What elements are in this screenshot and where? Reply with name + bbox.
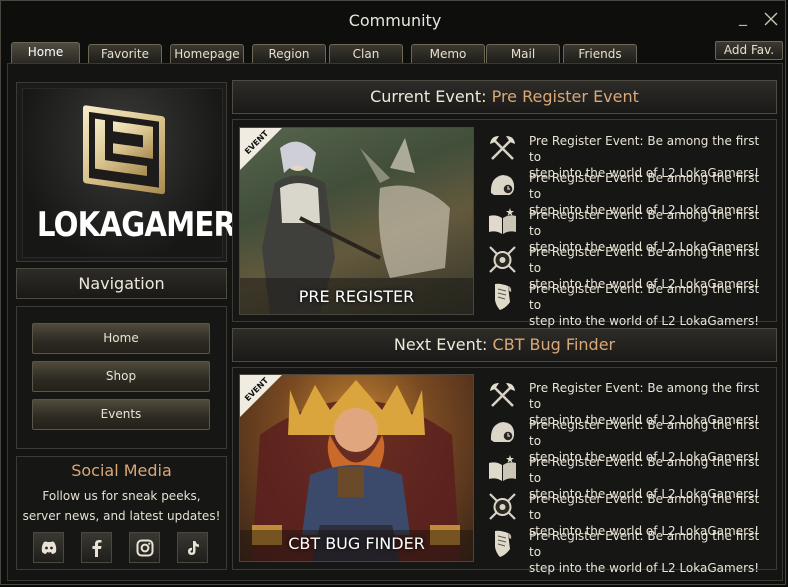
current-event-header: Current Event: Pre Register Event: [232, 80, 777, 114]
discord-icon: [41, 541, 57, 554]
social-text-line1: Follow us for sneak peeks,: [42, 489, 201, 503]
event-item-line1: Pre Register Event: Be among the first t…: [529, 418, 760, 448]
current-event-item: Pre Register Event: Be among the first t…: [486, 130, 771, 180]
instagram-button[interactable]: [129, 532, 160, 563]
crossed-swords-shield-icon: [489, 493, 516, 520]
nav-home-button[interactable]: Home: [32, 323, 210, 354]
tiktok-icon: [188, 541, 199, 555]
facebook-icon: [92, 540, 102, 557]
tab-homepage[interactable]: Homepage: [170, 44, 244, 63]
next-event-item: Pre Register Event: Be among the first t…: [486, 488, 771, 538]
helmet-icon: [490, 175, 515, 195]
event-item-line2: step into the world of L2 LokaGamers!: [529, 314, 760, 328]
facebook-button[interactable]: [81, 532, 112, 563]
next-event-prefix: Next Event:: [393, 335, 488, 354]
current-event-item: Pre Register Event: Be among the first t…: [486, 278, 771, 328]
tab-mail[interactable]: Mail: [486, 44, 560, 63]
community-window: Community _ Home Favorite Homepage Regio…: [0, 0, 786, 585]
crossed-axes-icon: [490, 383, 515, 407]
open-book-icon: [489, 208, 516, 234]
social-media-text: Follow us for sneak peeks, server news, …: [16, 486, 227, 526]
event-item-line1: Pre Register Event: Be among the first t…: [529, 455, 760, 485]
social-media-title: Social Media: [71, 461, 172, 480]
next-event-item: Pre Register Event: Be among the first t…: [486, 525, 771, 575]
crossed-swords-shield-icon: [489, 246, 516, 273]
next-event-banner[interactable]: EVENT CBT BUG FINDER: [239, 374, 474, 562]
open-book-icon: [489, 455, 516, 481]
current-banner-label: PRE REGISTER: [298, 287, 415, 306]
current-event-name: Pre Register Event: [491, 87, 639, 106]
tiktok-button[interactable]: [177, 532, 208, 563]
tab-memo[interactable]: Memo: [411, 44, 485, 63]
add-favorite-button[interactable]: Add Fav.: [715, 41, 783, 60]
navigation-header: Navigation: [16, 268, 227, 299]
next-event-item: Pre Register Event: Be among the first t…: [486, 377, 771, 427]
close-icon: [764, 12, 778, 26]
event-item-line2: step into the world of L2 LokaGamers!: [529, 561, 760, 575]
next-event-item: Pre Register Event: Be among the first t…: [486, 414, 771, 464]
minimize-button[interactable]: _: [739, 7, 747, 26]
nav-events-button[interactable]: Events: [32, 399, 210, 430]
tab-home[interactable]: Home: [11, 42, 80, 64]
window-title: Community: [348, 11, 442, 30]
event-item-line1: Pre Register Event: Be among the first t…: [529, 492, 760, 522]
current-event-prefix: Current Event:: [370, 87, 487, 106]
event-item-line1: Pre Register Event: Be among the first t…: [529, 245, 760, 275]
event-item-line1: Pre Register Event: Be among the first t…: [529, 134, 760, 164]
helmet-icon: [490, 422, 515, 442]
nav-shop-button[interactable]: Shop: [32, 361, 210, 392]
event-item-line1: Pre Register Event: Be among the first t…: [529, 208, 760, 238]
next-banner-label: CBT BUG FINDER: [288, 534, 425, 553]
next-event-name: CBT Bug Finder: [492, 335, 616, 354]
close-button[interactable]: [763, 11, 779, 31]
discord-button[interactable]: [33, 532, 64, 563]
current-event-item: Pre Register Event: Be among the first t…: [486, 241, 771, 291]
current-event-banner[interactable]: EVENT PRE REGISTER: [239, 127, 474, 315]
tab-region[interactable]: Region: [252, 44, 326, 63]
tab-favorite[interactable]: Favorite: [88, 44, 162, 63]
logo-emblem-icon: [83, 105, 165, 195]
tab-clan[interactable]: Clan: [329, 44, 403, 63]
current-event-item: Pre Register Event: Be among the first t…: [486, 204, 771, 254]
logo-panel: LOKAGAMERS: [16, 82, 256, 262]
scroll-icon: [495, 283, 512, 310]
event-item-line1: Pre Register Event: Be among the first t…: [529, 282, 760, 312]
instagram-icon: [136, 539, 154, 557]
crossed-axes-icon: [490, 136, 515, 160]
title-bar: Community _: [1, 1, 788, 41]
current-event-item: Pre Register Event: Be among the first t…: [486, 167, 771, 217]
next-event-header: Next Event: CBT Bug Finder: [232, 328, 777, 362]
event-item-line1: Pre Register Event: Be among the first t…: [529, 529, 760, 559]
next-event-item: Pre Register Event: Be among the first t…: [486, 451, 771, 501]
scroll-icon: [495, 530, 512, 557]
event-item-line1: Pre Register Event: Be among the first t…: [529, 381, 760, 411]
social-text-line2: server news, and latest updates!: [22, 509, 221, 523]
logo: LOKAGAMERS: [22, 88, 256, 258]
logo-text: LOKAGAMERS: [36, 205, 256, 245]
tab-friends[interactable]: Friends: [563, 44, 637, 63]
event-item-line1: Pre Register Event: Be among the first t…: [529, 171, 760, 201]
